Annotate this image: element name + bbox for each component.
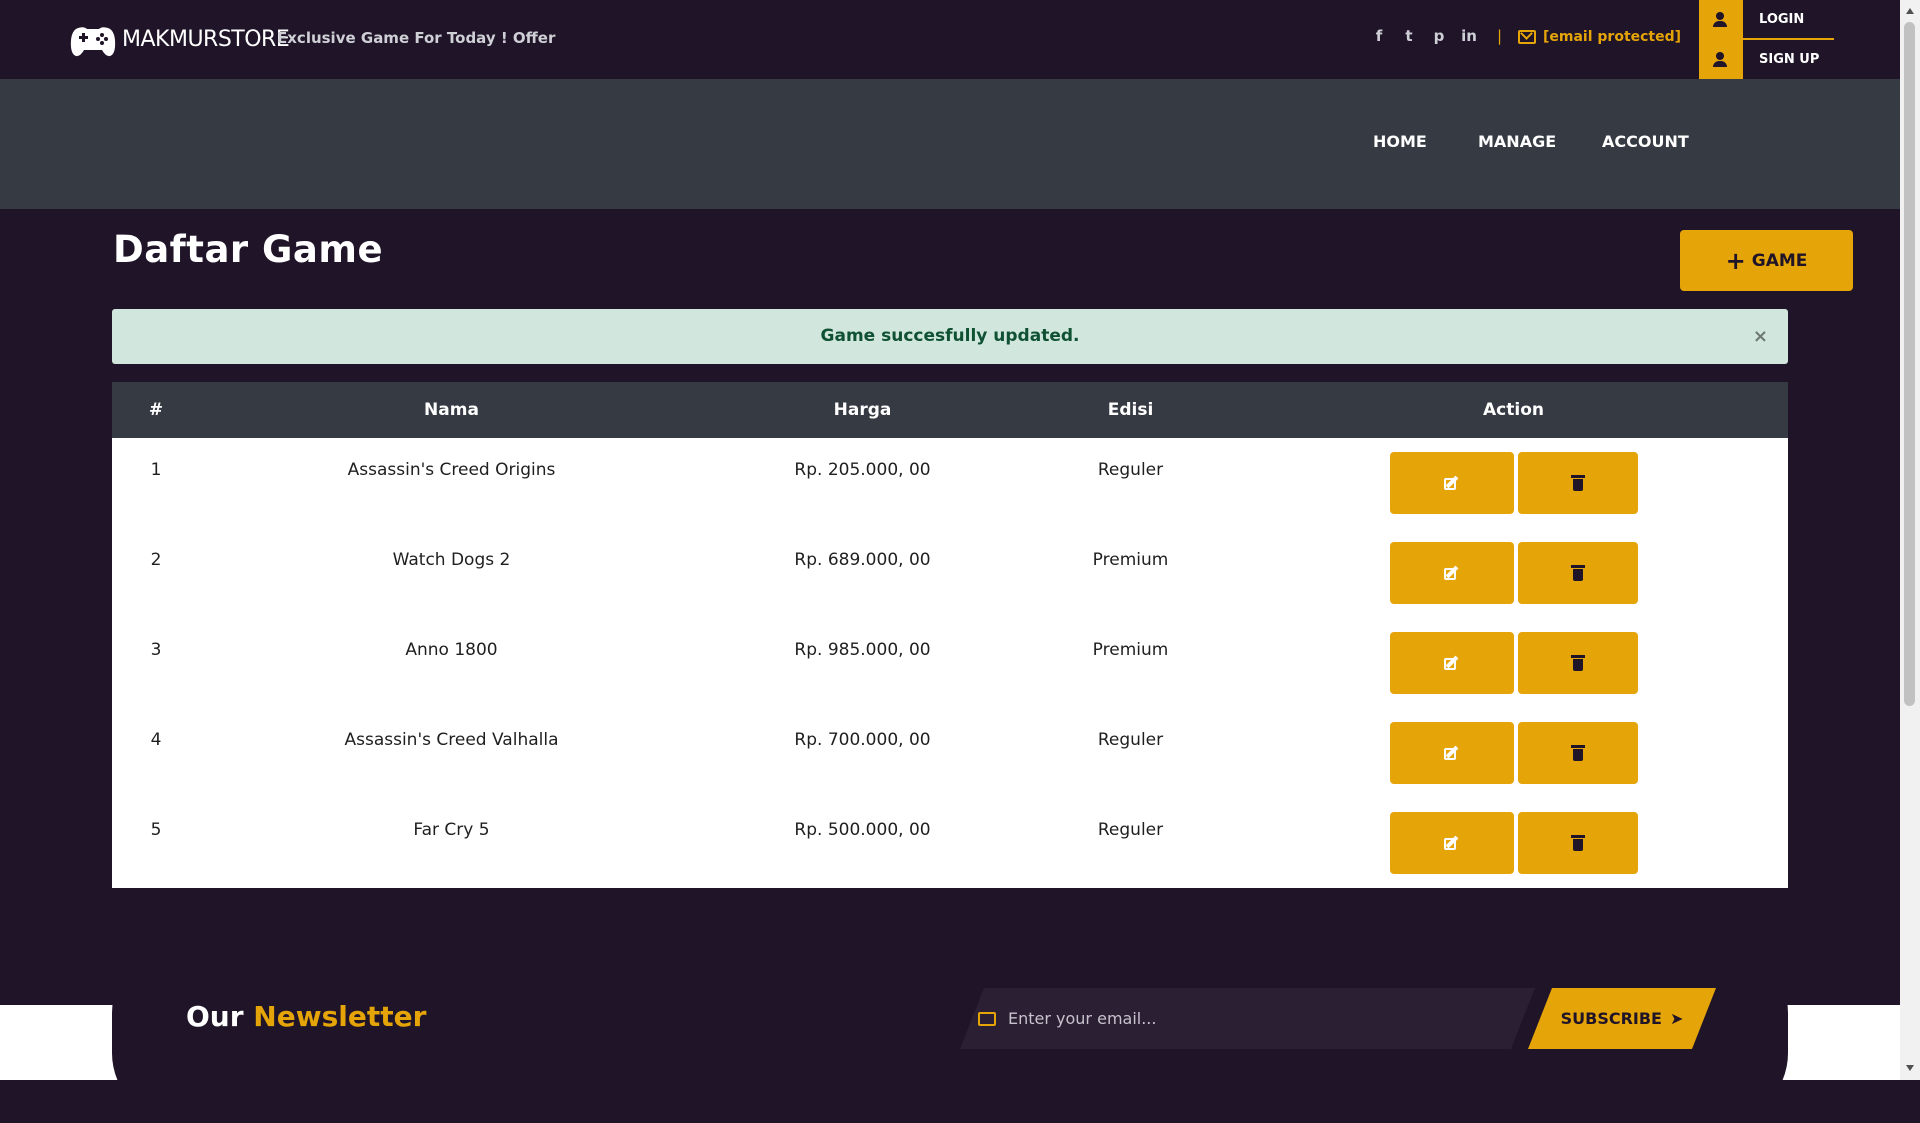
auth-panel: LOGIN SIGN UP	[1699, 0, 1834, 79]
tagline: Exclusive Game For Today ! Offer	[277, 29, 556, 47]
table-header-row: # Nama Harga Edisi Action	[112, 382, 1788, 438]
newsletter-title-highlight: Newsletter	[253, 1000, 427, 1033]
table-row: 2 Watch Dogs 2 Rp. 689.000, 00 Premium	[112, 528, 1788, 618]
delete-button[interactable]	[1517, 722, 1638, 784]
cell-nama: Watch Dogs 2	[392, 550, 511, 570]
signup-button[interactable]: SIGN UP	[1699, 40, 1834, 79]
user-icon	[1699, 0, 1743, 39]
cell-nama: Far Cry 5	[413, 820, 490, 840]
trash-icon	[1570, 475, 1585, 491]
delete-button[interactable]	[1517, 812, 1638, 874]
nav-home[interactable]: HOME	[1373, 132, 1427, 151]
send-icon: ➤	[1669, 1009, 1684, 1028]
pinterest-icon[interactable]: p	[1431, 27, 1447, 45]
edit-button[interactable]	[1389, 722, 1514, 784]
table-row: 5 Far Cry 5 Rp. 500.000, 00 Reguler	[112, 798, 1788, 888]
social-links: f t p in	[1371, 27, 1477, 45]
col-edisi: Edisi	[1022, 382, 1239, 438]
cell-edisi: Reguler	[1097, 820, 1164, 840]
alert-message: Game succesfully updated.	[820, 326, 1080, 346]
close-icon[interactable]: ×	[1753, 309, 1768, 364]
cell-number: 5	[150, 820, 162, 840]
linkedin-icon[interactable]: in	[1461, 27, 1477, 45]
cell-harga: Rp. 205.000, 00	[794, 460, 931, 480]
mail-icon	[1518, 30, 1536, 44]
facebook-icon[interactable]: f	[1371, 27, 1387, 45]
trash-icon	[1570, 835, 1585, 851]
delete-button[interactable]	[1517, 632, 1638, 694]
add-game-button[interactable]: + GAME	[1680, 230, 1853, 291]
scrollbar-thumb[interactable]	[1904, 22, 1915, 706]
subscribe-button[interactable]: SUBSCRIBE ➤	[1528, 988, 1716, 1049]
newsletter-email-input[interactable]: Enter your email...	[960, 988, 1535, 1049]
cell-harga: Rp. 689.000, 00	[794, 550, 931, 570]
newsletter-title: Our Newsletter	[186, 1000, 426, 1033]
cell-nama: Assassin's Creed Origins	[347, 460, 556, 480]
col-number: #	[112, 382, 200, 438]
edit-icon	[1443, 835, 1460, 851]
col-action: Action	[1239, 382, 1788, 438]
games-table: # Nama Harga Edisi Action 1 Assassin's C…	[112, 382, 1788, 888]
signup-label: SIGN UP	[1743, 40, 1834, 79]
cell-action	[1239, 528, 1788, 618]
delete-button[interactable]	[1517, 452, 1638, 514]
cell-action	[1239, 708, 1788, 798]
newsletter-title-prefix: Our	[186, 1000, 244, 1033]
brand-logo[interactable]: MAKMURSTORE	[68, 14, 290, 64]
success-alert: Game succesfully updated. ×	[112, 309, 1788, 364]
cell-harga: Rp. 700.000, 00	[794, 730, 931, 750]
cell-number: 4	[150, 730, 162, 750]
scroll-up-icon[interactable]	[1906, 8, 1914, 14]
cell-number: 2	[150, 550, 162, 570]
trash-icon	[1570, 565, 1585, 581]
email-placeholder: Enter your email...	[1008, 1009, 1157, 1028]
scroll-down-icon[interactable]	[1906, 1065, 1914, 1071]
edit-icon	[1443, 655, 1460, 671]
cell-action	[1239, 618, 1788, 708]
edit-button[interactable]	[1389, 542, 1514, 604]
gamepad-icon	[70, 27, 116, 57]
edit-button[interactable]	[1389, 452, 1514, 514]
cell-harga: Rp. 500.000, 00	[794, 820, 931, 840]
cell-edisi: Premium	[1092, 640, 1169, 660]
trash-icon	[1570, 655, 1585, 671]
cell-nama: Anno 1800	[405, 640, 498, 660]
nav-account[interactable]: ACCOUNT	[1602, 132, 1689, 151]
cell-number: 3	[150, 640, 162, 660]
cell-edisi: Reguler	[1097, 730, 1164, 750]
cell-nama: Assassin's Creed Valhalla	[344, 730, 559, 750]
twitter-icon[interactable]: t	[1401, 27, 1417, 45]
brand-name: MAKMURSTORE	[122, 26, 290, 52]
subscribe-label: SUBSCRIBE	[1560, 1009, 1662, 1028]
mail-icon	[978, 1012, 996, 1026]
edit-icon	[1443, 475, 1460, 491]
plus-icon: +	[1725, 246, 1746, 275]
top-bar: MAKMURSTORE Exclusive Game For Today ! O…	[0, 0, 1900, 79]
cell-edisi: Reguler	[1097, 460, 1164, 480]
edit-icon	[1443, 565, 1460, 581]
separator: |	[1497, 27, 1503, 45]
nav-manage[interactable]: MANAGE	[1478, 132, 1556, 151]
col-nama: Nama	[200, 382, 703, 438]
login-label: LOGIN	[1743, 0, 1834, 39]
cell-number: 1	[150, 460, 162, 480]
cell-harga: Rp. 985.000, 00	[794, 640, 931, 660]
user-icon	[1699, 40, 1743, 79]
add-game-label: GAME	[1751, 250, 1808, 271]
edit-button[interactable]	[1389, 632, 1514, 694]
cell-action	[1239, 438, 1788, 528]
table-row: 4 Assassin's Creed Valhalla Rp. 700.000,…	[112, 708, 1788, 798]
col-harga: Harga	[703, 382, 1022, 438]
table-row: 3 Anno 1800 Rp. 985.000, 00 Premium	[112, 618, 1788, 708]
table-row: 1 Assassin's Creed Origins Rp. 205.000, …	[112, 438, 1788, 528]
delete-button[interactable]	[1517, 542, 1638, 604]
page-title: Daftar Game	[113, 228, 384, 271]
login-button[interactable]: LOGIN	[1699, 0, 1834, 39]
edit-button[interactable]	[1389, 812, 1514, 874]
cell-edisi: Premium	[1092, 550, 1169, 570]
edit-icon	[1443, 745, 1460, 761]
cell-action	[1239, 798, 1788, 888]
contact-email[interactable]: [email protected]	[1543, 29, 1681, 45]
trash-icon	[1570, 745, 1585, 761]
